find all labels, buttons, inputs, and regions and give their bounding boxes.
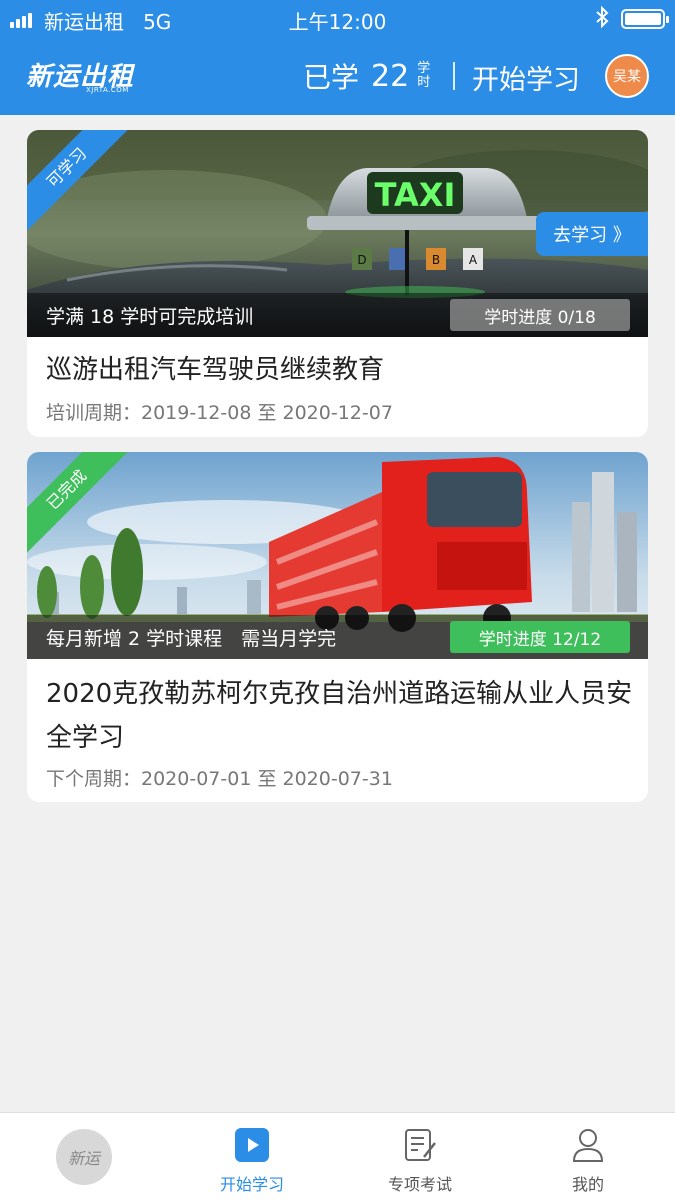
course-title: 2020克孜勒苏柯尔克孜自治州道路运输从业人员安全学习 bbox=[46, 679, 633, 753]
bottom-tab-bar: 新运 开始学习 专项考试 我的 bbox=[0, 1112, 675, 1201]
learned-unit: 学 时 bbox=[417, 61, 431, 90]
course-banner-taxi: TAXI D B A 可学习 去学习 》 学满 18 学时可完成培训 学时进度 … bbox=[27, 130, 648, 337]
svg-text:D: D bbox=[357, 253, 366, 267]
svg-text:B: B bbox=[432, 253, 440, 267]
go-learn-button[interactable]: 去学习 》 bbox=[536, 212, 648, 256]
battery-icon bbox=[621, 9, 669, 29]
app-logo: 新运出租 XJRTA.COM bbox=[26, 62, 135, 94]
avatar[interactable]: 吴某 bbox=[605, 54, 649, 98]
home-logo-badge: 新运 bbox=[56, 1129, 112, 1185]
tab-label: 开始学习 bbox=[219, 1175, 284, 1194]
course-period: 下个周期：2020-07-01 至 2020-07-31 bbox=[46, 768, 393, 790]
tab-special-exam[interactable]: 专项考试 bbox=[336, 1113, 504, 1201]
learned-hours: 已学 22 学 时 bbox=[303, 56, 430, 96]
tab-home[interactable]: 新运 bbox=[0, 1113, 168, 1201]
learned-count: 22 bbox=[371, 58, 410, 94]
tab-start-learning[interactable]: 开始学习 bbox=[168, 1113, 336, 1201]
course-period: 培训周期：2019-12-08 至 2020-12-07 bbox=[46, 402, 393, 424]
hours-requirement: 学满 18 学时可完成培训 bbox=[46, 306, 254, 328]
banner-info-strip: 学满 18 学时可完成培训 学时进度 0/18 bbox=[27, 293, 648, 337]
user-icon bbox=[572, 1129, 604, 1162]
exam-icon bbox=[405, 1129, 436, 1161]
progress-badge: 学时进度 0/18 bbox=[450, 299, 630, 331]
start-learning-button[interactable]: 开始学习 bbox=[472, 58, 580, 97]
banner-info-strip: 每月新增 2 学时课程 需当月学完 学时进度 12/12 bbox=[27, 615, 648, 659]
course-card[interactable]: 已完成 每月新增 2 学时课程 需当月学完 学时进度 12/12 2020克孜勒… bbox=[27, 452, 648, 802]
header-divider bbox=[453, 62, 455, 90]
course-banner-truck: 已完成 每月新增 2 学时课程 需当月学完 学时进度 12/12 bbox=[27, 452, 648, 659]
tab-label: 我的 bbox=[571, 1175, 604, 1194]
play-icon bbox=[235, 1128, 269, 1162]
hours-requirement: 每月新增 2 学时课程 需当月学完 bbox=[46, 628, 337, 650]
progress-badge: 学时进度 12/12 bbox=[450, 621, 630, 653]
status-bar: 新运出租 5G 上午12:00 bbox=[0, 0, 675, 38]
course-card[interactable]: TAXI D B A 可学习 去学习 》 学满 18 学时可完成培训 学时进度 … bbox=[27, 130, 648, 437]
tab-label: 专项考试 bbox=[387, 1175, 452, 1194]
taxi-sign-text: TAXI bbox=[375, 176, 456, 214]
tab-mine[interactable]: 我的 bbox=[504, 1113, 672, 1201]
svg-text:A: A bbox=[469, 253, 478, 267]
course-title: 巡游出租汽车驾驶员继续教育 bbox=[46, 355, 385, 385]
app-header: 新运出租 5G 上午12:00 新运出租 XJRTA.COM 已学 22 学 时… bbox=[0, 0, 675, 115]
learned-label: 已学 bbox=[303, 61, 360, 94]
bluetooth-icon bbox=[595, 5, 609, 33]
status-time: 上午12:00 bbox=[288, 10, 387, 34]
